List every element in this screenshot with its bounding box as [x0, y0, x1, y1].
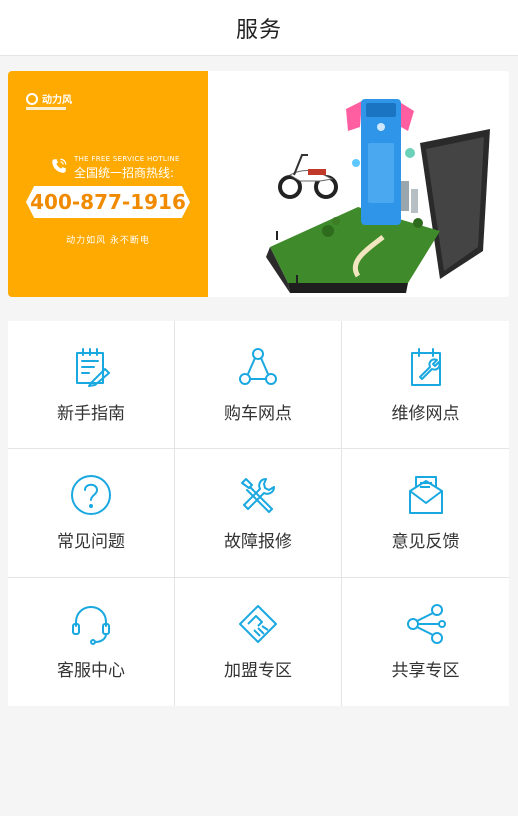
hotline-number[interactable]: 400-877-1916 — [26, 186, 190, 218]
app-header: 服务 — [0, 0, 518, 56]
service-grid: 新手指南 购车网点 维修网点 常见问题 故障报修 意见反馈 客服中心 加盟专区 … — [8, 321, 509, 706]
brand-mark-icon — [26, 92, 38, 105]
hotline-row: THE FREE SERVICE HOTLINE 全国统一招商热线: — [50, 155, 180, 181]
headset-icon — [72, 606, 110, 646]
service-label: 意见反馈 — [391, 532, 460, 553]
service-label: 维修网点 — [391, 404, 460, 425]
charging-station-illustration — [266, 99, 490, 293]
wrench-clipboard-icon — [410, 348, 441, 387]
service-item-customer-service[interactable]: 客服中心 — [8, 577, 175, 706]
guide-document-icon — [76, 348, 110, 388]
service-label: 故障报修 — [224, 532, 292, 553]
service-item-faq[interactable]: 常见问题 — [8, 449, 175, 578]
banner-illustration — [208, 71, 509, 297]
service-label: 共享专区 — [391, 661, 460, 682]
network-nodes-icon — [239, 348, 277, 386]
tools-icon — [241, 478, 275, 514]
service-item-guide[interactable]: 新手指南 — [8, 321, 175, 450]
service-item-purchase-outlets[interactable]: 购车网点 — [175, 321, 342, 450]
service-item-fault-repair[interactable]: 故障报修 — [175, 449, 342, 578]
service-item-sharing[interactable]: 共享专区 — [342, 578, 509, 706]
share-icon — [406, 604, 446, 645]
hotline-english: THE FREE SERVICE HOTLINE — [74, 155, 180, 163]
handshake-icon — [239, 605, 277, 644]
service-label: 新手指南 — [57, 404, 125, 425]
promo-banner[interactable]: 动力风 THE FREE SERVICE HOTLINE 全国统一招商热线: 4… — [8, 71, 509, 297]
page-title: 服务 — [235, 17, 282, 43]
feedback-envelope-icon — [408, 476, 443, 515]
service-item-feedback[interactable]: 意见反馈 — [342, 449, 509, 578]
service-label: 常见问题 — [57, 532, 125, 553]
service-item-franchise[interactable]: 加盟专区 — [175, 577, 342, 706]
service-label: 客服中心 — [57, 661, 125, 682]
question-circle-icon — [71, 475, 111, 516]
service-label: 加盟专区 — [224, 661, 292, 682]
brand-tagline-bar — [26, 107, 66, 110]
brand-logo: 动力风 — [26, 91, 72, 106]
banner-hotline-panel: 动力风 THE FREE SERVICE HOTLINE 全国统一招商热线: 4… — [8, 71, 208, 297]
banner-slogan: 动力如风 永不断电 — [66, 236, 150, 246]
hotline-chinese: 全国统一招商热线: — [74, 166, 175, 180]
phone-icon — [52, 158, 67, 173]
service-label: 购车网点 — [224, 404, 292, 425]
service-item-repair-outlets[interactable]: 维修网点 — [342, 321, 509, 450]
